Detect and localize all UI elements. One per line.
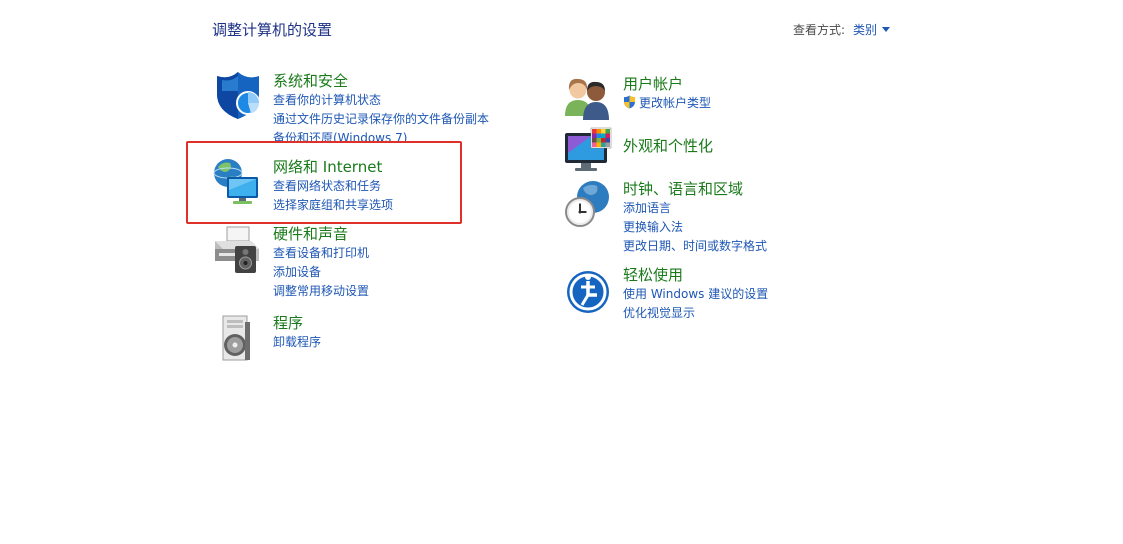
chevron-down-icon[interactable] [882,27,891,32]
link-mobility-settings[interactable]: 调整常用移动设置 [273,282,369,301]
link-optimize-visual-display[interactable]: 优化视觉显示 [623,304,768,323]
uac-shield-icon [624,95,635,109]
category-title[interactable]: 时钟、语言和区域 [623,179,767,199]
category-title[interactable]: 程序 [273,313,321,333]
programs-disc-icon[interactable] [213,313,263,363]
category-title[interactable]: 外观和个性化 [623,136,713,156]
ease-of-access-icon[interactable] [563,265,613,315]
link-add-device[interactable]: 添加设备 [273,263,369,282]
link-backup-restore[interactable]: 备份和还原(Windows 7) [273,129,489,141]
link-devices-printers[interactable]: 查看设备和打印机 [273,244,369,263]
view-by-dropdown[interactable]: 类别 [853,23,891,37]
link-uninstall-program[interactable]: 卸载程序 [273,333,321,352]
link-add-language[interactable]: 添加语言 [623,199,767,218]
printer-icon[interactable] [213,224,263,274]
view-by-label: 查看方式: [793,23,846,37]
link-recommended-settings[interactable]: 使用 Windows 建议的设置 [623,285,768,304]
link-text[interactable]: 更改帐户类型 [639,96,711,110]
link-network-status[interactable]: 查看网络状态和任务 [273,177,393,196]
category-title[interactable]: 用户帐户 [623,74,711,94]
users-icon[interactable] [563,74,613,124]
link-change-date-time-format[interactable]: 更改日期、时间或数字格式 [623,237,767,256]
view-by: 查看方式: 类别 [793,21,891,38]
monitor-palette-icon[interactable] [563,127,613,177]
page-title: 调整计算机的设置 [212,21,333,39]
category-title[interactable]: 系统和安全 [273,71,489,91]
shield-icon[interactable] [213,71,263,121]
link-change-account-type[interactable]: 更改帐户类型 [623,94,711,113]
link-view-computer-status[interactable]: 查看你的计算机状态 [273,91,489,110]
clock-globe-icon[interactable] [563,179,613,229]
network-globe-icon[interactable] [213,157,263,207]
link-homegroup-sharing[interactable]: 选择家庭组和共享选项 [273,196,393,215]
category-title[interactable]: 轻松使用 [623,265,768,285]
category-title[interactable]: 网络和 Internet [273,157,393,177]
link-file-history[interactable]: 通过文件历史记录保存你的文件备份副本 [273,110,489,129]
link-change-input-method[interactable]: 更换输入法 [623,218,767,237]
category-title[interactable]: 硬件和声音 [273,224,369,244]
view-by-value[interactable]: 类别 [853,23,877,37]
